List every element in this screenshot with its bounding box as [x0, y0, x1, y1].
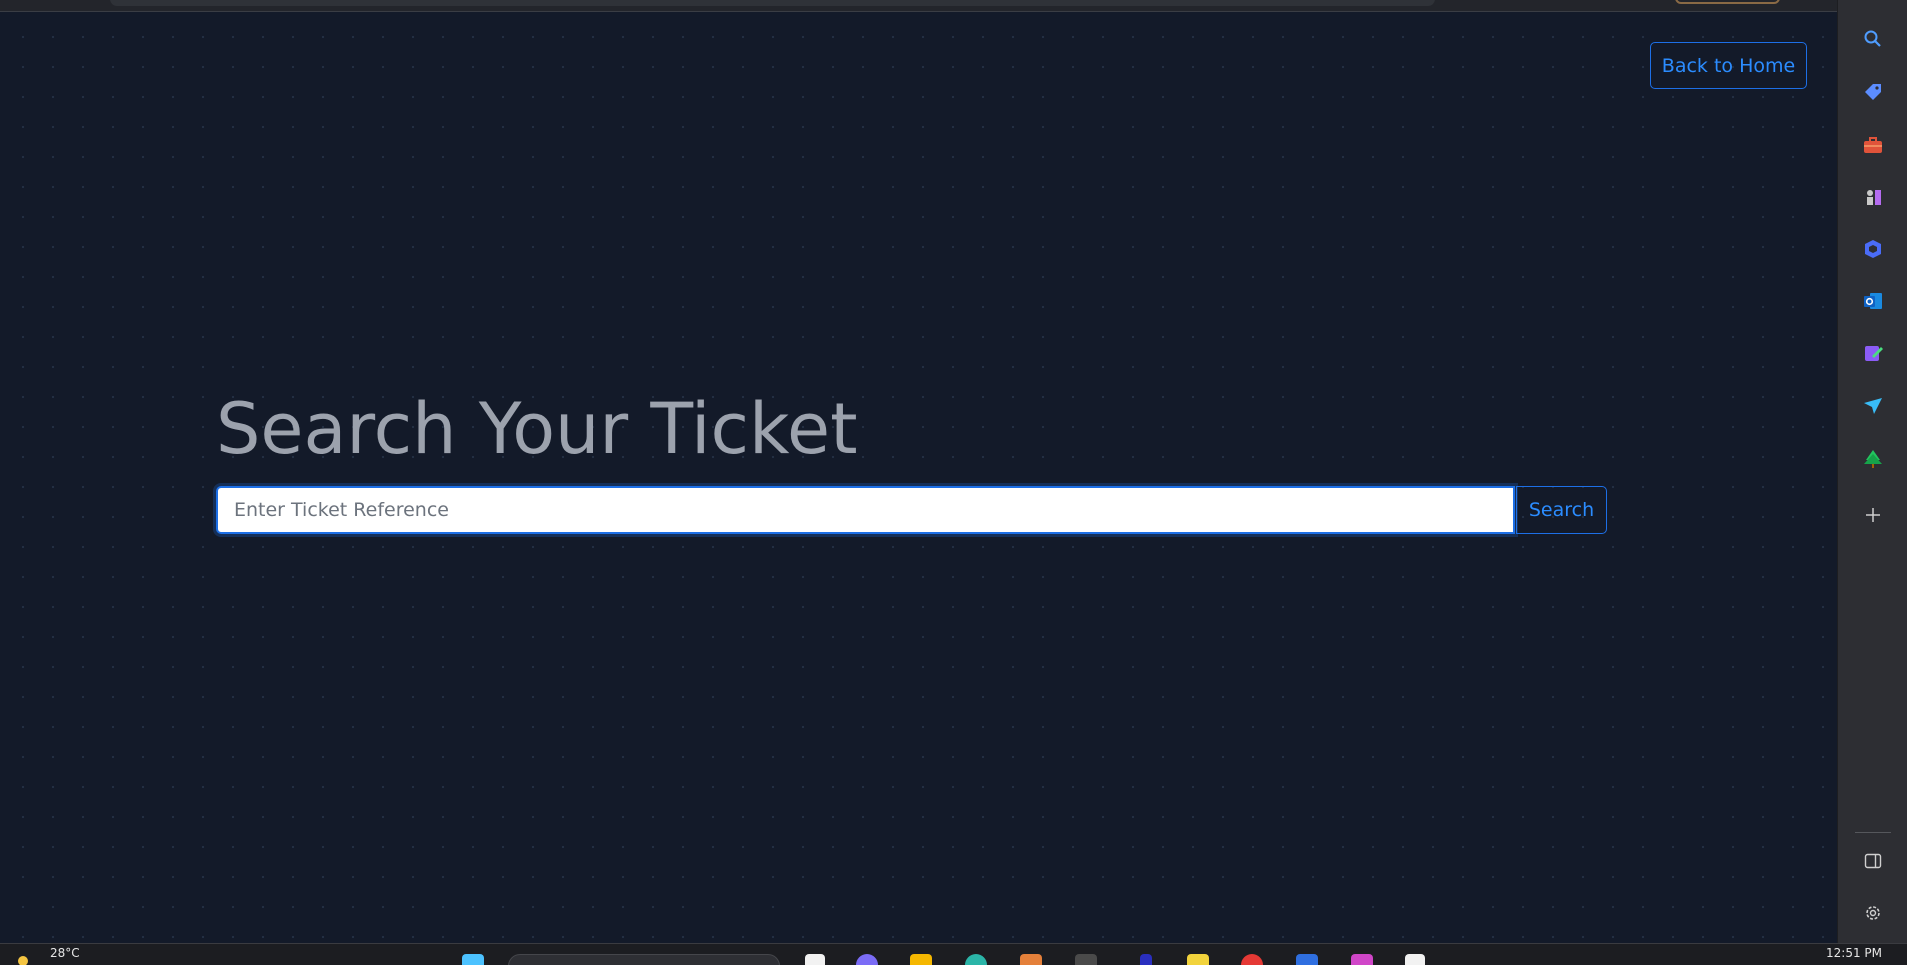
app-icon[interactable]	[1351, 954, 1373, 965]
app-icon[interactable]	[1296, 954, 1318, 965]
app-icon[interactable]	[1020, 954, 1042, 965]
app-icon[interactable]	[856, 954, 878, 965]
edge-icon[interactable]	[965, 954, 987, 965]
tree-icon[interactable]	[1860, 446, 1886, 472]
ticket-reference-input[interactable]	[213, 483, 1518, 537]
settings-icon[interactable]	[1860, 900, 1886, 926]
copilot-icon[interactable]	[1860, 236, 1886, 262]
weather-temperature[interactable]: 28°C	[50, 946, 80, 960]
weather-icon[interactable]	[18, 956, 28, 965]
app-icon[interactable]	[1140, 954, 1152, 965]
windows-taskbar: 28°C 12:51 PM	[0, 943, 1907, 965]
profile-button[interactable]	[1675, 0, 1780, 4]
tag-icon[interactable]	[1860, 79, 1886, 105]
sidebar-divider	[1855, 832, 1891, 833]
address-bar[interactable]	[110, 0, 1435, 6]
search-button[interactable]: Search	[1516, 486, 1607, 534]
app-icon[interactable]	[805, 954, 825, 965]
app-icon[interactable]	[1405, 954, 1425, 965]
outlook-icon[interactable]	[1860, 288, 1886, 314]
chess-icon[interactable]	[1860, 184, 1886, 210]
app-icon[interactable]	[1241, 954, 1263, 965]
page-title: Search Your Ticket	[216, 388, 858, 470]
browser-top-strip	[0, 0, 1837, 12]
back-to-home-button[interactable]: Back to Home	[1650, 42, 1807, 89]
edge-sidebar	[1837, 0, 1907, 943]
app-icon[interactable]	[1075, 954, 1097, 965]
folder-icon[interactable]	[910, 954, 932, 965]
search-icon[interactable]	[1860, 26, 1886, 52]
app-icon[interactable]	[1187, 954, 1209, 965]
sidebar-toggle-icon[interactable]	[1860, 848, 1886, 874]
page-content: Back to Home Search Your Ticket Search	[0, 12, 1837, 943]
clock-time[interactable]: 12:51 PM	[1826, 946, 1882, 960]
send-icon[interactable]	[1860, 393, 1886, 419]
taskbar-search-box[interactable]	[508, 954, 780, 965]
toolbox-icon[interactable]	[1860, 132, 1886, 158]
add-icon[interactable]	[1860, 502, 1886, 528]
search-form: Search	[213, 483, 1607, 537]
designer-icon[interactable]	[1860, 340, 1886, 366]
start-icon[interactable]	[462, 954, 484, 965]
